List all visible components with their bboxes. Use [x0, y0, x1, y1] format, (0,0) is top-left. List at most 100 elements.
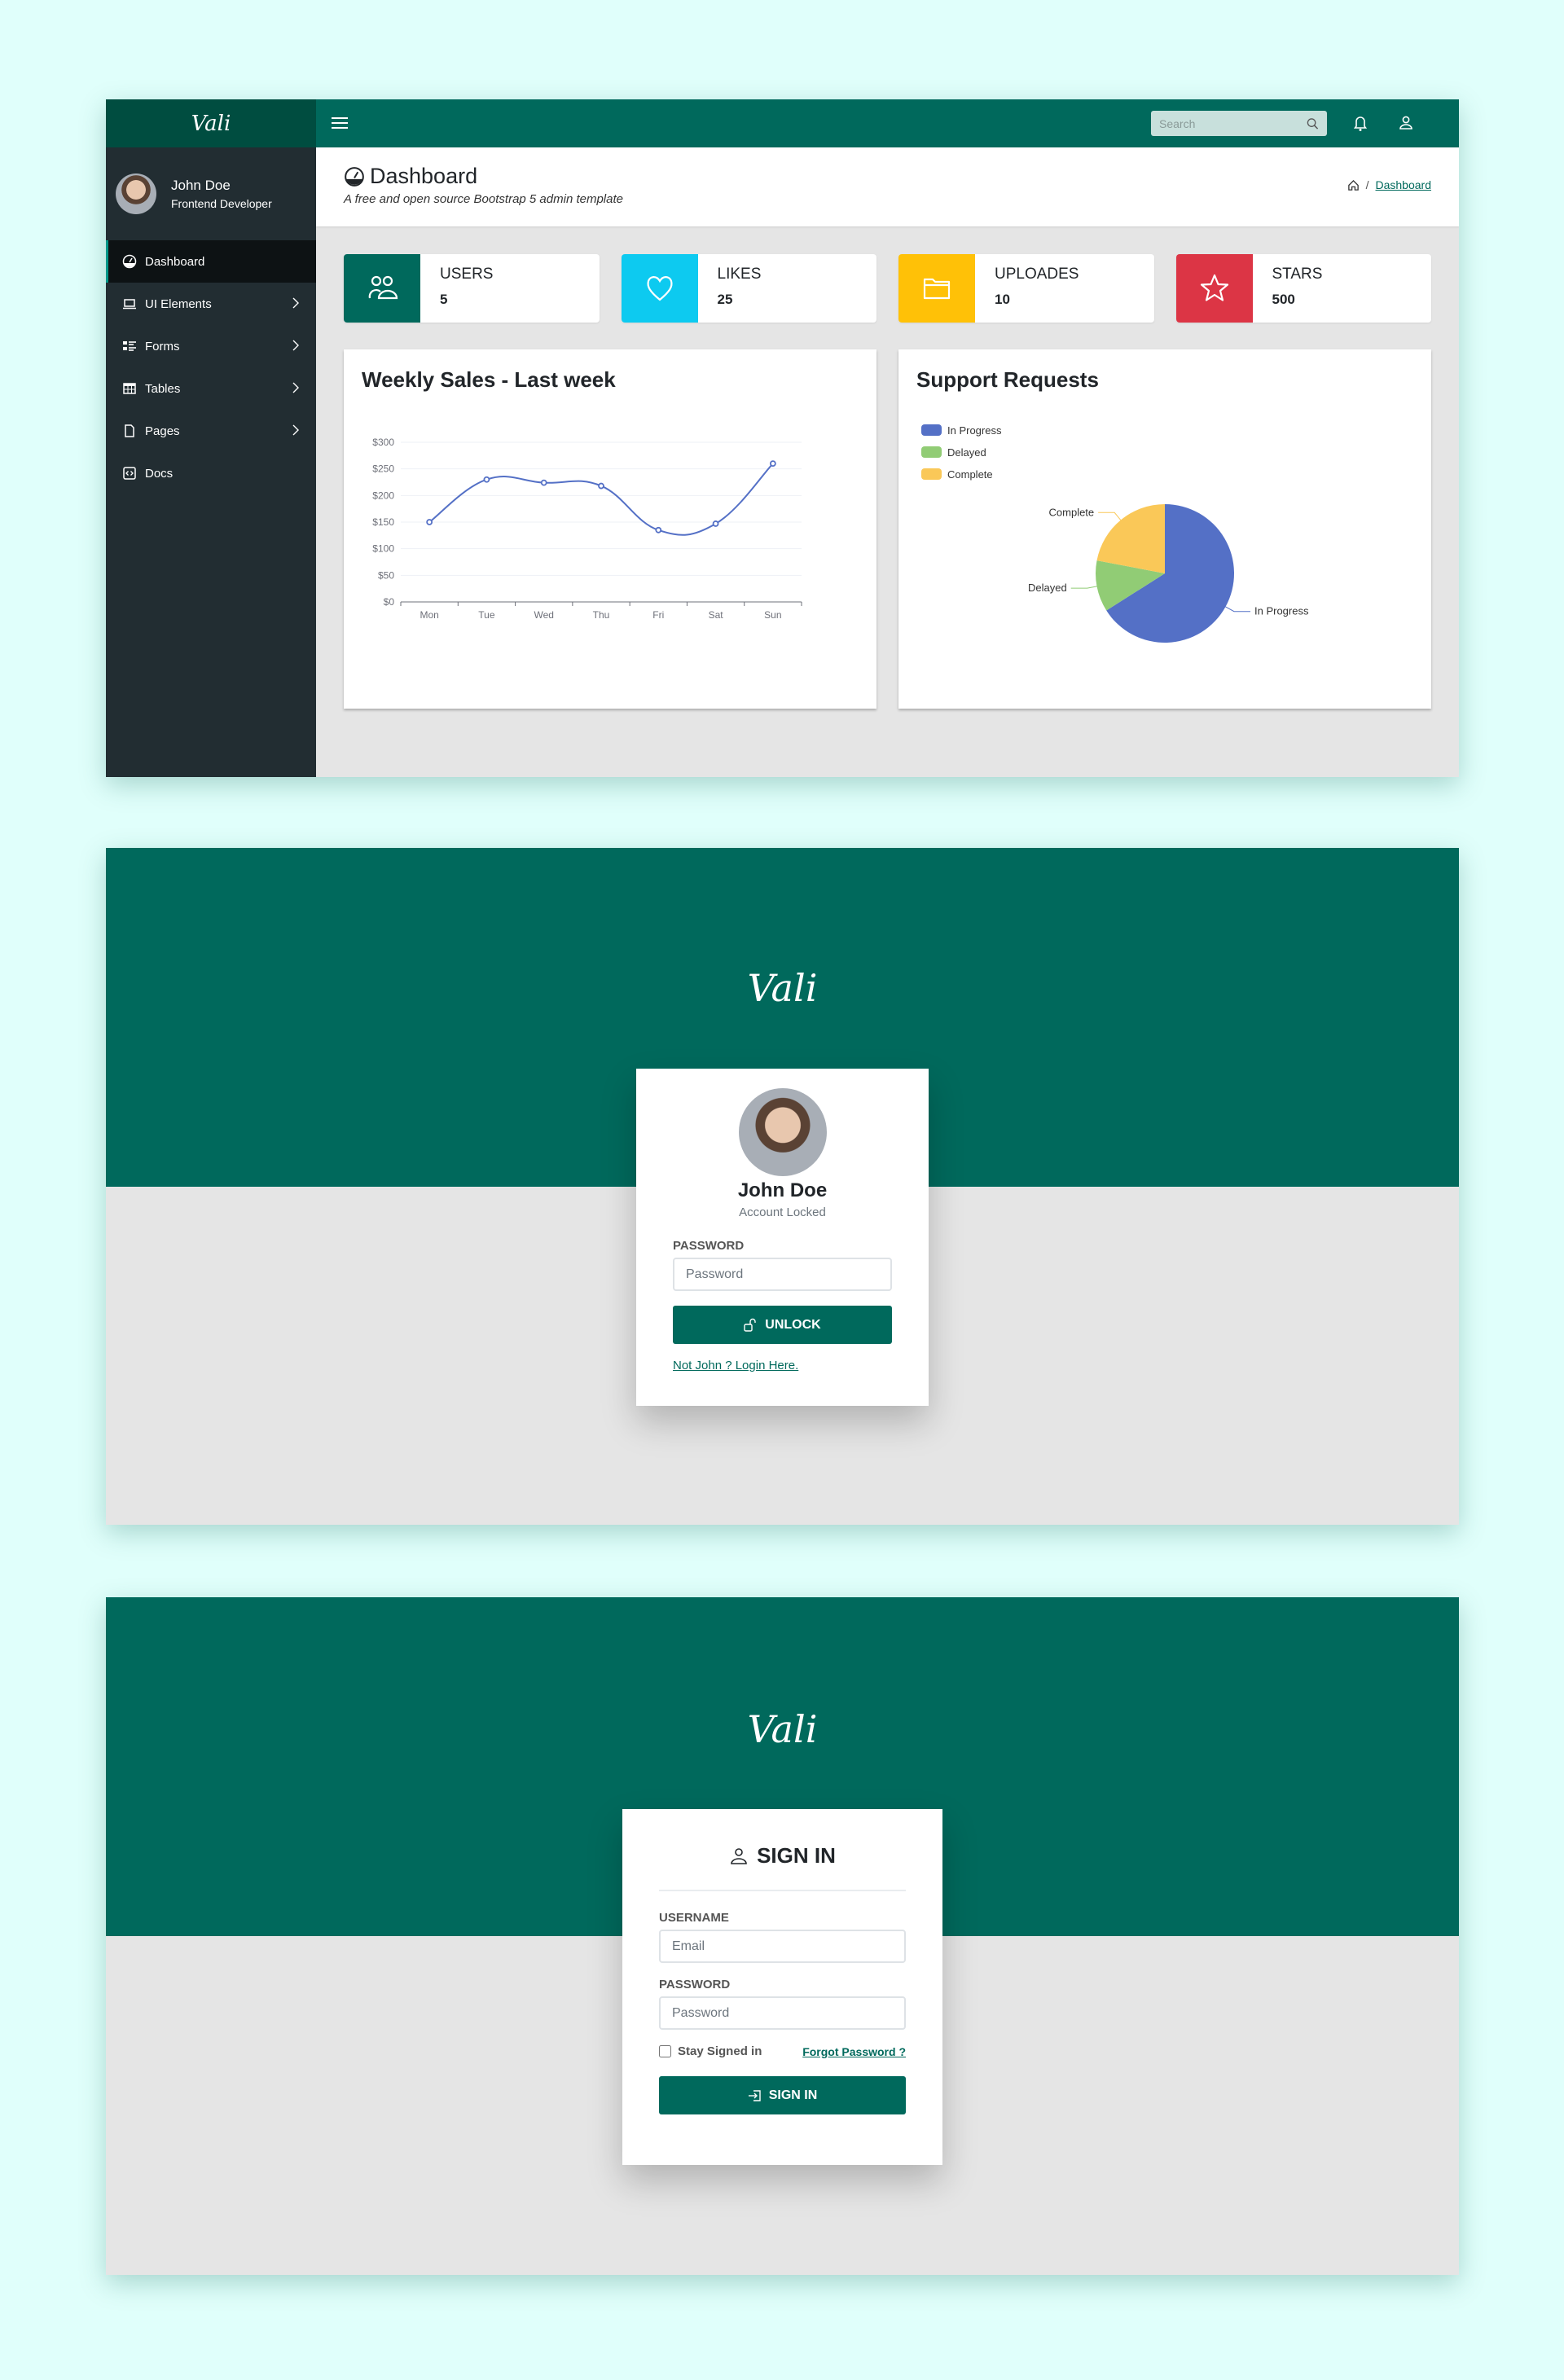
bell-icon[interactable] — [1350, 112, 1371, 134]
sidebar-item-label: Docs — [145, 466, 174, 481]
unlock-button[interactable]: UNLOCK — [673, 1306, 892, 1344]
legend-label: Complete — [947, 468, 993, 481]
sidebar-item-label: Dashboard — [145, 254, 205, 269]
data-point — [769, 460, 776, 468]
widget-icon-box — [344, 254, 420, 323]
widget-uploades[interactable]: UPLOADES 10 — [898, 254, 1154, 323]
widget-likes[interactable]: LIKES 25 — [621, 254, 876, 323]
sidebar-item-forms[interactable]: Forms — [106, 325, 316, 367]
x-tick-label: Thu — [593, 609, 610, 621]
avatar — [116, 173, 156, 214]
forgot-password-link[interactable]: Forgot Password ? — [802, 2045, 906, 2058]
sidebar-item-pages[interactable]: Pages — [106, 410, 316, 452]
dashboard-screen: Vali John Doe Frontend Developer Dashboa… — [106, 99, 1459, 777]
widgets-row: USERS 5 LIKES 25 UPLOADES 10 STARS 500 — [344, 254, 1431, 323]
login-screen: Vali SIGN IN USERNAME PASSWORD Stay Sign… — [106, 1597, 1459, 2275]
y-tick-label: $50 — [378, 569, 394, 581]
widget-stars[interactable]: STARS 500 — [1175, 254, 1431, 323]
login-box: SIGN IN USERNAME PASSWORD Stay Signed in… — [622, 1809, 942, 2165]
widget-value: 500 — [1272, 292, 1295, 307]
data-point — [540, 479, 547, 486]
sidebar-item-label: UI Elements — [145, 296, 212, 311]
lock-status: Account Locked — [739, 1205, 826, 1219]
file-icon — [125, 424, 134, 437]
sign-in-button[interactable]: SIGN IN — [659, 2076, 906, 2114]
breadcrumb: / Dashboard — [1347, 178, 1431, 191]
legend-swatch — [921, 424, 942, 436]
chevron-right-icon — [292, 382, 299, 393]
x-tick-label: Tue — [478, 609, 495, 621]
search-icon[interactable] — [1307, 117, 1319, 130]
data-point — [483, 476, 490, 483]
widget-users[interactable]: USERS 5 — [344, 254, 600, 323]
app-logo: Vali — [747, 966, 818, 1010]
lockscreen: Vali John Doe Account Locked PASSWORD UN… — [106, 848, 1459, 1525]
remember-me[interactable]: Stay Signed in — [659, 2044, 762, 2058]
sign-in-label: SIGN IN — [768, 2088, 818, 2102]
chevron-right-icon — [292, 424, 299, 436]
sidebar-user: John Doe Frontend Developer — [106, 147, 316, 240]
folder-icon — [923, 278, 951, 300]
unlock-label: UNLOCK — [765, 1317, 821, 1332]
password-label: PASSWORD — [673, 1239, 745, 1253]
speedometer-icon — [122, 254, 137, 269]
main-content: Dashboard A free and open source Bootstr… — [316, 147, 1459, 777]
switch-user-link[interactable]: Not John ? Login Here. — [673, 1359, 798, 1372]
laptop-icon — [123, 299, 136, 310]
home-icon[interactable] — [1347, 179, 1360, 191]
password-field[interactable] — [673, 1258, 892, 1291]
page-header: Dashboard A free and open source Bootstr… — [316, 147, 1459, 226]
card-title: Weekly Sales - Last week — [362, 367, 616, 392]
breadcrumb-dashboard-link[interactable]: Dashboard — [1376, 178, 1432, 191]
divider — [659, 1890, 906, 1891]
widget-icon-box — [898, 254, 975, 323]
sidebar-item-ui-elements[interactable]: UI Elements — [106, 283, 316, 325]
legend-swatch — [921, 468, 942, 480]
legend-swatch — [921, 446, 942, 458]
login-title-text: SIGN IN — [757, 1843, 836, 1868]
y-tick-label: $150 — [372, 516, 394, 528]
pie-label: In Progress — [1254, 605, 1309, 617]
sidebar-item-tables[interactable]: Tables — [106, 367, 316, 410]
lock-box: John Doe Account Locked PASSWORD UNLOCK … — [636, 1069, 929, 1406]
page-title-text: Dashboard — [370, 164, 478, 188]
pie-label: Complete — [1049, 506, 1095, 518]
y-tick-label: $100 — [372, 543, 394, 555]
weekly-sales-card: Weekly Sales - Last week $0 $50 $100 $150 $2… — [344, 349, 876, 709]
support-requests-card: Support Requests In Progress Delayed Compl… — [898, 349, 1431, 709]
page-title: Dashboard — [344, 164, 1431, 189]
username-field[interactable] — [659, 1930, 906, 1963]
widget-value: 5 — [440, 292, 448, 307]
sidebar-toggle-icon[interactable] — [332, 114, 348, 132]
password-field[interactable] — [659, 1996, 906, 2030]
weekly-sales-line-chart: $0 $50 $100 $150 $200 $250 $300 Mon Tue Wed Thu Fri… — [372, 437, 802, 621]
search-input[interactable] — [1159, 116, 1307, 130]
search-box — [1151, 111, 1327, 136]
user-role: Frontend Developer — [171, 197, 272, 210]
data-point — [598, 482, 604, 490]
chevron-right-icon — [292, 297, 299, 309]
legend-label: Delayed — [947, 446, 986, 459]
user-icon[interactable] — [1395, 112, 1417, 134]
y-tick-label: $200 — [372, 490, 394, 501]
remember-checkbox[interactable] — [659, 2045, 671, 2057]
x-tick-label: Wed — [534, 609, 553, 621]
pie-label: Delayed — [1028, 582, 1067, 594]
widget-label: LIKES — [717, 266, 762, 283]
login-options: Stay Signed in Forgot Password ? — [659, 2044, 906, 2058]
data-point — [426, 519, 433, 525]
avatar — [738, 1088, 827, 1176]
code-square-icon — [123, 467, 136, 480]
table-icon — [123, 383, 136, 394]
widget-icon-box — [1175, 254, 1253, 323]
star-icon — [1200, 274, 1228, 301]
box-arrow-in-icon — [748, 2089, 761, 2101]
sidebar: John Doe Frontend Developer Dashboard UI… — [106, 147, 316, 777]
x-tick-label: Sat — [709, 609, 724, 621]
sidebar-item-docs[interactable]: Docs — [106, 452, 316, 494]
username-label: USERNAME — [659, 1911, 729, 1925]
app-logo[interactable]: Vali — [106, 99, 316, 147]
remember-label: Stay Signed in — [678, 2044, 762, 2058]
pie-label-line — [1098, 512, 1122, 520]
sidebar-item-dashboard[interactable]: Dashboard — [106, 240, 316, 283]
